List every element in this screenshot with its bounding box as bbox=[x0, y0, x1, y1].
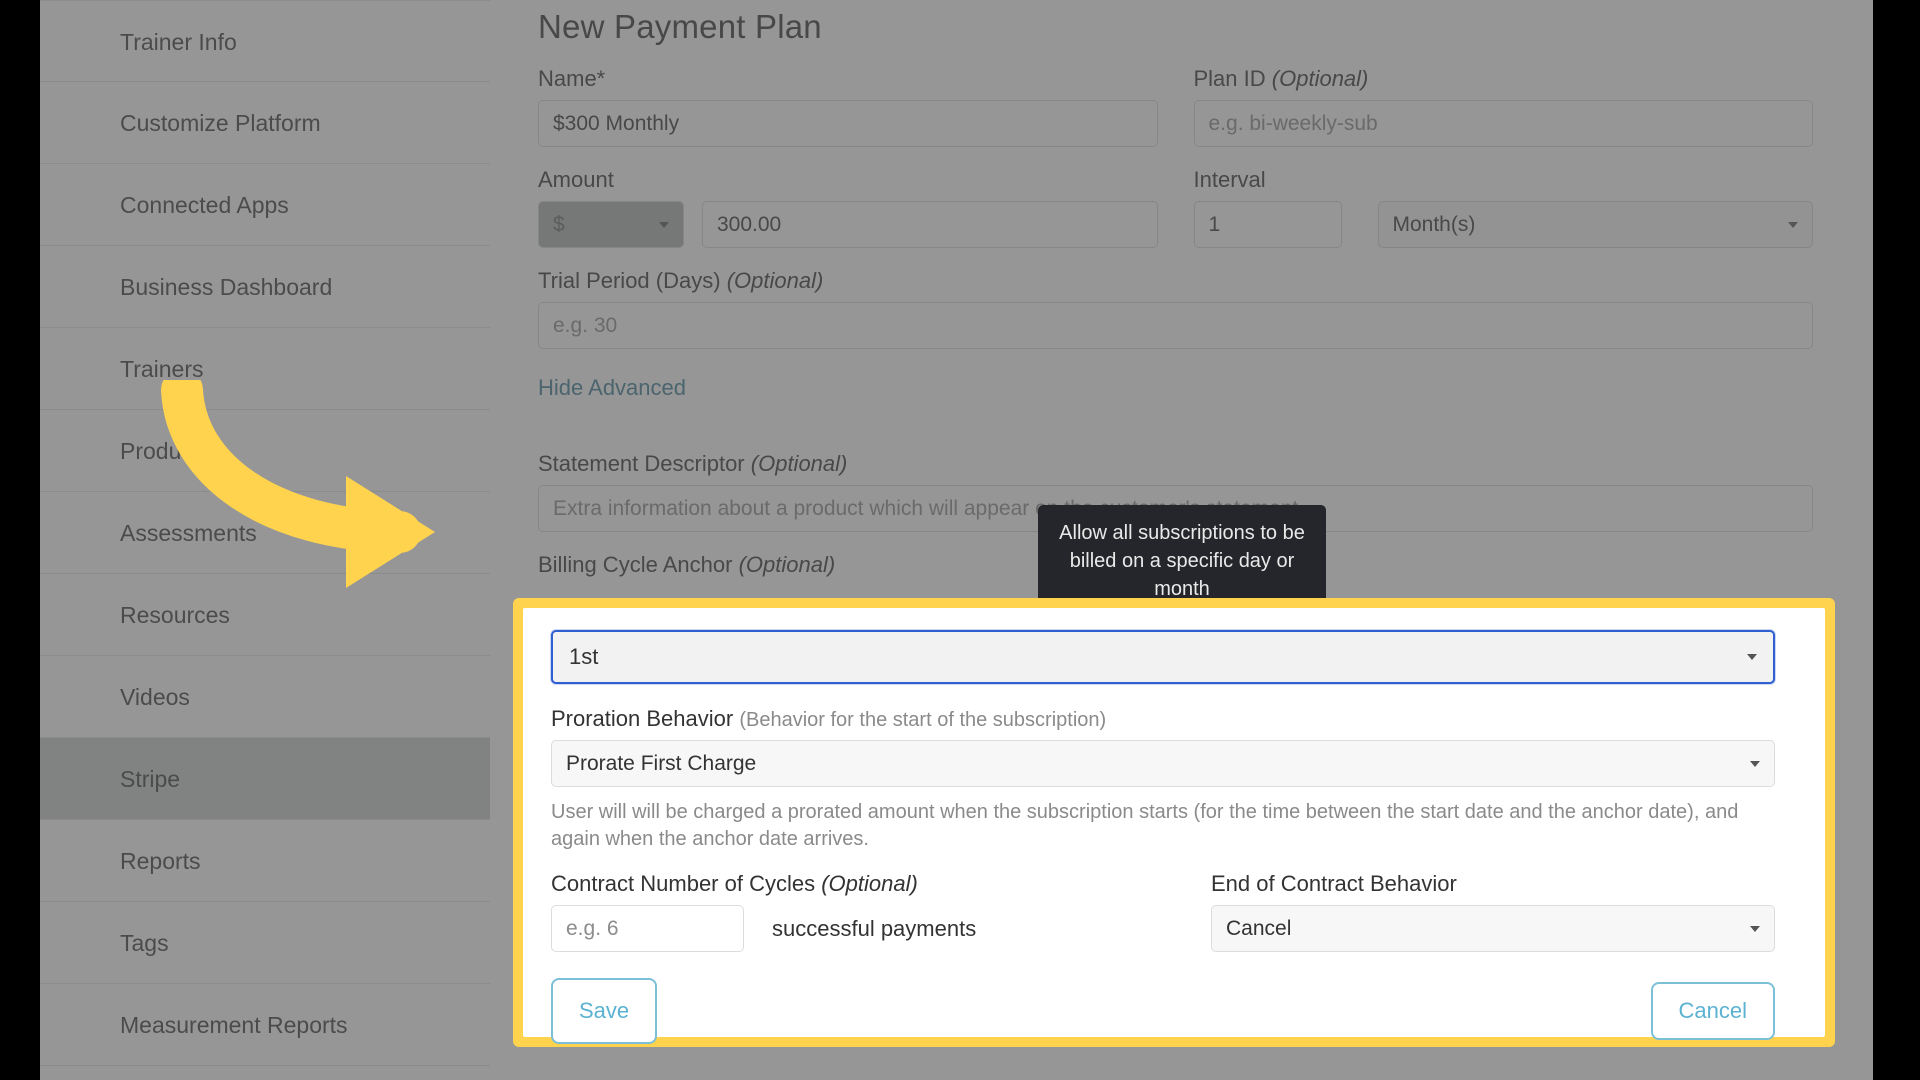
successful-payments-label: successful payments bbox=[772, 915, 977, 941]
end-of-contract-behavior-label: End of Contract Behavior bbox=[1211, 871, 1457, 896]
contract-cycles-label: Contract Number of Cycles (Optional) bbox=[551, 871, 918, 896]
hide-advanced-link[interactable]: Hide Advanced bbox=[538, 375, 1813, 401]
sidebar-item-label: Stripe bbox=[120, 766, 181, 792]
plan-id-input[interactable]: e.g. bi-weekly-sub bbox=[1193, 100, 1813, 147]
proration-helper-text: User will will be charged a prorated amo… bbox=[551, 801, 1739, 850]
left-letterbox bbox=[0, 0, 40, 1080]
chevron-down-icon bbox=[1750, 760, 1760, 767]
cancel-button[interactable]: Cancel bbox=[1650, 982, 1775, 1040]
sidebar-item-business-dashboard[interactable]: Business Dashboard bbox=[40, 246, 490, 328]
interval-unit-select[interactable]: Month(s) bbox=[1377, 201, 1813, 248]
sidebar-item-customize-platform[interactable]: Customize Platform bbox=[40, 82, 490, 164]
pointer-arrow-icon bbox=[161, 380, 435, 588]
sidebar-item-reports[interactable]: Reports bbox=[40, 820, 490, 902]
page-title: New Payment Plan bbox=[538, 8, 822, 45]
trial-period-label: Trial Period (Days) (Optional) bbox=[538, 268, 824, 293]
chevron-down-icon bbox=[1747, 654, 1757, 660]
sidebar-item-tags[interactable]: Tags bbox=[40, 902, 490, 984]
sidebar-item-label: Trainers bbox=[120, 356, 204, 382]
currency-select[interactable]: $ bbox=[538, 201, 684, 248]
interval-label: Interval bbox=[1193, 167, 1266, 192]
end-of-contract-behavior-select[interactable]: Cancel bbox=[1211, 905, 1775, 952]
sidebar-item-videos[interactable]: Videos bbox=[40, 656, 490, 738]
sidebar-item-connected-apps[interactable]: Connected Apps bbox=[40, 164, 490, 246]
sidebar-item-measurement-reports[interactable]: Measurement Reports bbox=[40, 984, 490, 1066]
save-button[interactable]: Save bbox=[551, 978, 658, 1044]
name-label: Name* bbox=[538, 66, 606, 91]
sidebar-item-label: Business Dashboard bbox=[120, 274, 333, 300]
amount-input[interactable]: 300.00 bbox=[702, 201, 1158, 248]
right-letterbox bbox=[1873, 0, 1920, 1080]
sidebar-item-label: Customize Platform bbox=[120, 110, 321, 136]
sidebar-item-stripe[interactable]: Stripe bbox=[40, 738, 490, 820]
amount-label: Amount bbox=[538, 167, 614, 192]
contract-cycles-input[interactable]: e.g. 6 bbox=[551, 905, 744, 952]
sidebar-item-label: Trainer Info bbox=[120, 29, 237, 55]
chevron-down-icon bbox=[1750, 925, 1760, 932]
screen: Trainer Info Customize Platform Connecte… bbox=[0, 0, 1920, 1080]
statement-descriptor-label: Statement Descriptor (Optional) bbox=[538, 451, 848, 476]
proration-behavior-select[interactable]: Prorate First Charge bbox=[551, 740, 1775, 787]
proration-behavior-label: Proration Behavior (Behavior for the sta… bbox=[551, 706, 1107, 731]
name-input[interactable]: $300 Monthly bbox=[538, 100, 1158, 147]
sidebar-item-trainer-info[interactable]: Trainer Info bbox=[40, 0, 490, 82]
chevron-down-icon bbox=[659, 221, 669, 228]
sidebar-item-label: Tags bbox=[120, 930, 169, 956]
sidebar-item-label: Reports bbox=[120, 848, 201, 874]
plan-id-label: Plan ID (Optional) bbox=[1193, 66, 1369, 91]
new-payment-plan-form: New Payment Plan Name* $300 Monthly Plan… bbox=[490, 0, 1873, 586]
sidebar-item-label: Connected Apps bbox=[120, 192, 289, 218]
chevron-down-icon bbox=[1788, 221, 1798, 228]
trial-period-input[interactable]: e.g. 30 bbox=[538, 302, 1813, 349]
billing-cycle-anchor-select[interactable]: 1st bbox=[551, 630, 1775, 684]
interval-count-input[interactable]: 1 bbox=[1193, 201, 1342, 248]
sidebar-item-label: Measurement Reports bbox=[120, 1012, 348, 1038]
highlight-frame: 1st Proration Behavior (Behavior for the… bbox=[513, 598, 1835, 1047]
advanced-settings-panel: 1st Proration Behavior (Behavior for the… bbox=[523, 608, 1825, 1044]
sidebar-item-label: Videos bbox=[120, 684, 190, 710]
